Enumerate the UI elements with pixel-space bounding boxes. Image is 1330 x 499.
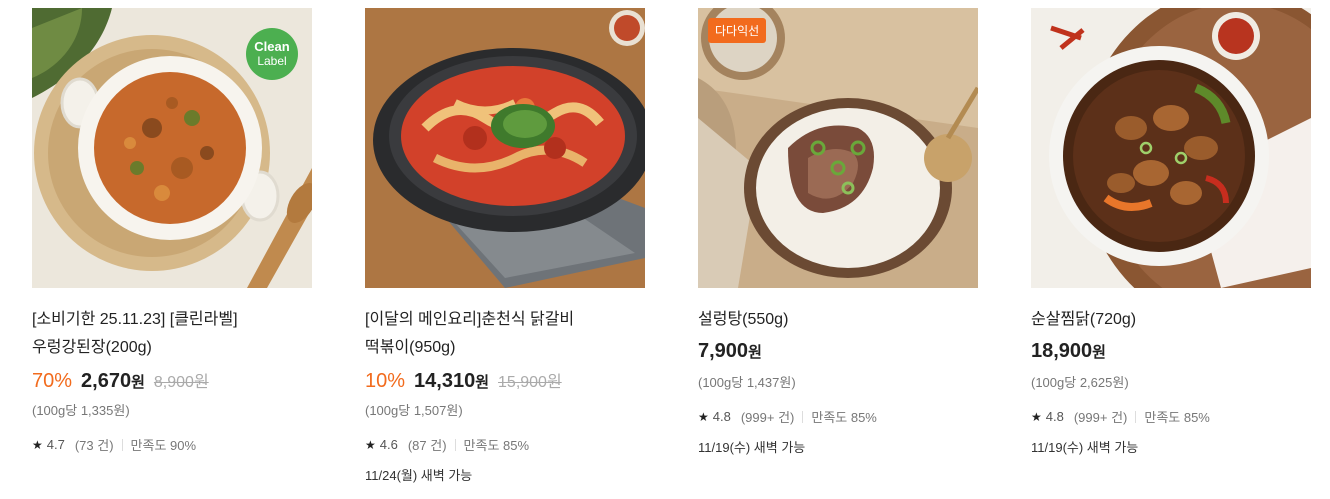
review-count: (999+ 건) [740, 410, 795, 425]
jjimdak-photo [1031, 8, 1311, 288]
delivery-info: 11/24(월) 새벽 가능 [365, 468, 473, 483]
product-title-line1: 순살찜닭(720g) [1031, 311, 1137, 328]
rating-value: 4.6 [379, 437, 398, 452]
dakgalbi-photo [365, 8, 645, 288]
price-row: 70% 2,670원 8,900원 [32, 368, 314, 398]
sale-price: 18,900원 [1031, 340, 1106, 363]
clean-label-text-2: Label [257, 54, 287, 68]
unit-price: (100g당 2,625원) [1031, 375, 1129, 390]
divider [454, 438, 456, 451]
product-card[interactable]: Clean Label [소비기한 25.11.23] [클린라벨] 우렁강된장… [32, 8, 314, 454]
rating-row: ★ 4.7 (73 건) 만족도 90% [32, 435, 314, 454]
product-title[interactable]: 설렁탕(550g) [698, 306, 980, 334]
product-title-line1: [소비기한 25.11.23] [클린라벨] [32, 311, 238, 328]
rating-value: 4.7 [46, 437, 65, 452]
sale-price-value: 2,670 [81, 370, 132, 392]
currency-unit: 원 [131, 374, 145, 391]
star-icon: ★ [698, 409, 709, 424]
bulk-deal-badge: 다다익선 [708, 18, 767, 43]
divider [802, 410, 804, 423]
rating-value: 4.8 [712, 409, 731, 424]
product-card[interactable]: [이달의 메인요리]춘천식 닭갈비 떡볶이(950g) 10% 14,310원 … [365, 8, 647, 484]
review-count: (87 건) [407, 438, 447, 453]
discount-rate: 10% [365, 370, 406, 392]
currency-unit: 원 [1092, 344, 1106, 361]
star-icon: ★ [1031, 409, 1042, 424]
sale-price-value: 18,900 [1031, 340, 1093, 362]
product-title[interactable]: [소비기한 25.11.23] [클린라벨] 우렁강된장(200g) [32, 306, 314, 362]
rating-row: ★ 4.6 (87 건) 만족도 85% [365, 435, 647, 454]
sale-price: 7,900원 [698, 340, 762, 363]
product-title[interactable]: 순살찜닭(720g) [1031, 306, 1313, 334]
product-image-doenjang[interactable]: Clean Label [32, 8, 312, 288]
product-title[interactable]: [이달의 메인요리]춘천식 닭갈비 떡볶이(950g) [365, 306, 647, 362]
sale-price: 14,310원 [414, 370, 489, 393]
product-title-line2: 우렁강된장(200g) [32, 339, 152, 356]
currency-unit: 원 [748, 344, 762, 361]
product-card[interactable]: 다다익선 설렁탕(550g) 7,900원 (100g당 1,437원) ★ 4… [698, 8, 980, 456]
price-row: 18,900원 [1031, 340, 1313, 370]
sale-price-value: 7,900 [698, 340, 749, 362]
satisfaction: 만족도 85% [1144, 410, 1210, 425]
satisfaction: 만족도 85% [463, 438, 530, 453]
delivery-info: 11/19(수) 새벽 가능 [698, 440, 806, 455]
product-title-line1: [이달의 메인요리]춘천식 닭갈비 [365, 311, 575, 328]
rating-value: 4.8 [1045, 409, 1064, 424]
discount-rate: 70% [32, 370, 73, 392]
rating-row: ★ 4.8 (999+ 건) 만족도 85% [698, 407, 980, 426]
unit-price: (100g당 1,507원) [365, 403, 463, 418]
product-grid: Clean Label [소비기한 25.11.23] [클린라벨] 우렁강된장… [0, 0, 1330, 499]
product-card[interactable]: 순살찜닭(720g) 18,900원 (100g당 2,625원) ★ 4.8 … [1031, 8, 1313, 456]
review-count: (999+ 건) [1073, 410, 1128, 425]
product-title-line2: 떡볶이(950g) [365, 339, 456, 356]
divider [121, 438, 123, 451]
product-title-line1: 설렁탕(550g) [698, 311, 789, 328]
product-image-seolleongtang[interactable]: 다다익선 [698, 8, 978, 288]
price-row: 10% 14,310원 15,900원 [365, 368, 647, 398]
divider [1135, 410, 1137, 423]
review-count: (73 건) [74, 438, 114, 453]
sale-price-value: 14,310 [414, 370, 476, 392]
delivery-info: 11/19(수) 새벽 가능 [1031, 440, 1139, 455]
unit-price: (100g당 1,335원) [32, 403, 130, 418]
original-price: 8,900원 [153, 374, 209, 391]
sale-price: 2,670원 [81, 370, 145, 393]
product-image-dakgalbi[interactable] [365, 8, 645, 288]
price-row: 7,900원 [698, 340, 980, 370]
clean-label-badge: Clean Label [246, 28, 298, 80]
product-image-jjimdak[interactable] [1031, 8, 1311, 288]
currency-unit: 원 [475, 374, 490, 391]
rating-row: ★ 4.8 (999+ 건) 만족도 85% [1031, 407, 1313, 426]
satisfaction: 만족도 90% [130, 438, 197, 453]
original-price: 15,900원 [498, 374, 562, 391]
seolleongtang-photo [698, 8, 978, 288]
star-icon: ★ [32, 437, 43, 452]
unit-price: (100g당 1,437원) [698, 375, 796, 390]
star-icon: ★ [365, 437, 376, 452]
satisfaction: 만족도 85% [811, 410, 877, 425]
clean-label-text-1: Clean [254, 39, 290, 54]
